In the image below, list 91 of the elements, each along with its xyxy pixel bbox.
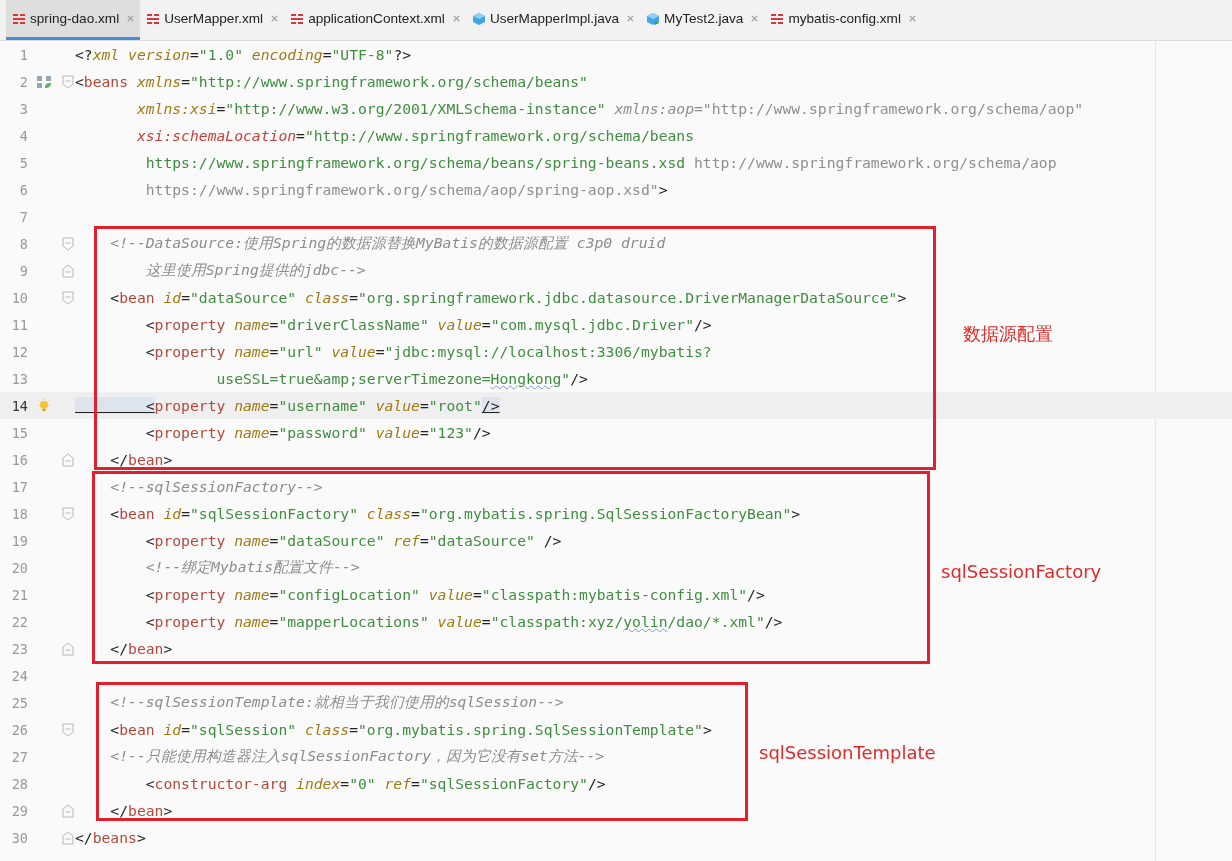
code-line: https://www.springframework.org/schema/beans/spring-beans.xsd http://www.springframework.org/schema/aop — [144, 154, 1057, 171]
close-icon[interactable] — [750, 14, 760, 23]
line-number: 11 — [10, 316, 28, 333]
code-line: <beans xmlns="http://www.springframework.org/schema/beans" — [75, 73, 588, 90]
code-line: xmlns:xsi="http://www.w3.org/2001/XMLSchema-instance" xmlns:aop="http://www.springframework.org/schema/aop" — [135, 100, 1084, 117]
file-tab[interactable]: UserMapperImpl.java — [465, 0, 641, 40]
line-number: 27 — [10, 748, 28, 765]
line-number: 30 — [10, 829, 28, 846]
file-tab[interactable]: spring-dao.xml — [6, 0, 141, 40]
line-number: 8 — [18, 235, 28, 252]
line-number: 29 — [10, 802, 28, 819]
file-tab[interactable]: MyTest2.java — [640, 0, 765, 40]
fold-marker-icon[interactable] — [61, 290, 74, 305]
line-number: 17 — [10, 478, 28, 495]
line-number: 16 — [10, 451, 28, 468]
code-line: <property name="dataSource" ref="dataSource" /> — [144, 532, 562, 549]
line-number: 25 — [10, 694, 28, 711]
annotation-label: sqlSessionFactory — [941, 560, 1102, 582]
close-icon[interactable] — [451, 14, 461, 23]
line-number: 3 — [18, 100, 28, 117]
fold-marker-icon[interactable] — [61, 236, 74, 251]
fold-marker-icon[interactable] — [61, 803, 74, 818]
fold-marker-icon[interactable] — [61, 506, 74, 521]
lightbulb-icon[interactable] — [36, 397, 52, 414]
line-number: 14 — [10, 397, 28, 414]
annotation-label: sqlSessionTemplate — [759, 741, 936, 762]
code-line: <bean id="sqlSession" class="org.mybatis.spring.SqlSessionTemplate"> — [109, 721, 712, 738]
line-number: 23 — [10, 640, 28, 657]
fold-marker-icon[interactable] — [61, 452, 74, 467]
line-number: 18 — [10, 505, 28, 522]
code-line: </bean> — [109, 640, 173, 657]
code-line: <!--DataSource:使用Spring的数据源替换MyBatis的数据源配置 c3p0 druid — [109, 234, 666, 253]
fold-marker-icon[interactable] — [61, 641, 74, 656]
code-line: <bean id="sqlSessionFactory" class="org.mybatis.spring.SqlSessionFactoryBean"> — [109, 505, 801, 522]
line-number: 5 — [18, 154, 28, 171]
code-line: <!--绑定Mybatis配置文件--> — [144, 558, 360, 577]
line-number: 24 — [10, 667, 28, 684]
file-tab[interactable]: applicationContext.xml — [284, 0, 466, 40]
line-number: 26 — [10, 721, 28, 738]
annotation-label: 数据源配置 — [963, 321, 1053, 346]
xml-file-icon — [290, 11, 305, 26]
code-line: <property name="configLocation" value="classpath:mybatis-config.xml"/> — [144, 586, 765, 603]
xml-file-icon — [146, 11, 161, 26]
code-line: <!--只能使用构造器注入sqlSessionFactory，因为它没有set方法--> — [109, 747, 605, 766]
line-number: 12 — [10, 343, 28, 360]
line-number: 15 — [10, 424, 28, 441]
fold-marker-icon[interactable] — [61, 74, 74, 89]
line-number: 2 — [18, 73, 28, 90]
file-tab[interactable]: UserMapper.xml — [140, 0, 285, 40]
code-line: <property name="password" value="123"/> — [144, 424, 491, 441]
code-line: <?xml version="1.0" encoding="UTF-8"?> — [75, 46, 412, 63]
code-line: <!--sqlSessionTemplate:就相当于我们使用的sqlSession--> — [109, 693, 564, 712]
close-icon[interactable] — [126, 14, 136, 23]
code-line: <constructor-arg index="0" ref="sqlSessionFactory"/> — [144, 775, 606, 792]
line-number: 4 — [18, 127, 28, 144]
code-line: useSSL=true&amp;serverTimezone=Hongkong"/> — [215, 370, 588, 387]
fold-marker-icon[interactable] — [61, 263, 74, 278]
code-line: </beans> — [75, 829, 146, 846]
line-number: 10 — [10, 289, 28, 306]
code-line: </bean> — [109, 802, 173, 819]
spring-bean-icon[interactable] — [36, 73, 52, 90]
line-number: 1 — [18, 46, 28, 63]
xml-file-icon — [12, 11, 26, 26]
close-icon[interactable] — [907, 14, 917, 23]
code-line: <property name="mapperLocations" value="classpath:xyz/yolin/dao/*.xml"/> — [144, 613, 783, 630]
code-line: <property name="username" value="root"/> — [75, 397, 500, 414]
code-line: <!--sqlSessionFactory--> — [109, 478, 323, 495]
line-number: 20 — [10, 559, 28, 576]
class-file-icon — [471, 11, 486, 26]
code-line: <bean id="dataSource" class="org.springframework.jdbc.datasource.DriverManagerDataSource"> — [109, 289, 907, 306]
line-number: 19 — [10, 532, 28, 549]
close-icon[interactable] — [270, 14, 280, 23]
fold-marker-icon[interactable] — [61, 722, 74, 737]
code-line: </bean> — [109, 451, 173, 468]
line-number: 28 — [10, 775, 28, 792]
close-icon[interactable] — [626, 14, 636, 23]
code-line: <property name="url" value="jdbc:mysql://localhost:3306/mybatis? — [144, 343, 712, 360]
file-tab[interactable]: mybatis-config.xml — [764, 0, 922, 40]
class-file-icon — [646, 11, 661, 26]
line-number: 6 — [18, 181, 28, 198]
code-line: xsi:schemaLocation="http://www.springframework.org/schema/beans — [135, 127, 694, 144]
line-number: 21 — [10, 586, 28, 603]
code-line: <property name="driverClassName" value="com.mysql.jdbc.Driver"/> — [144, 316, 712, 333]
code-line: https://www.springframework.org/schema/aop/spring-aop.xsd"> — [144, 181, 668, 198]
fold-marker-icon[interactable] — [61, 830, 74, 845]
line-number: 7 — [18, 208, 28, 225]
line-number: 9 — [18, 262, 28, 279]
code-line: 这里使用Spring提供的jdbc--> — [144, 261, 366, 280]
xml-file-icon — [770, 11, 785, 26]
line-number: 22 — [10, 613, 28, 630]
line-number: 13 — [10, 370, 28, 387]
